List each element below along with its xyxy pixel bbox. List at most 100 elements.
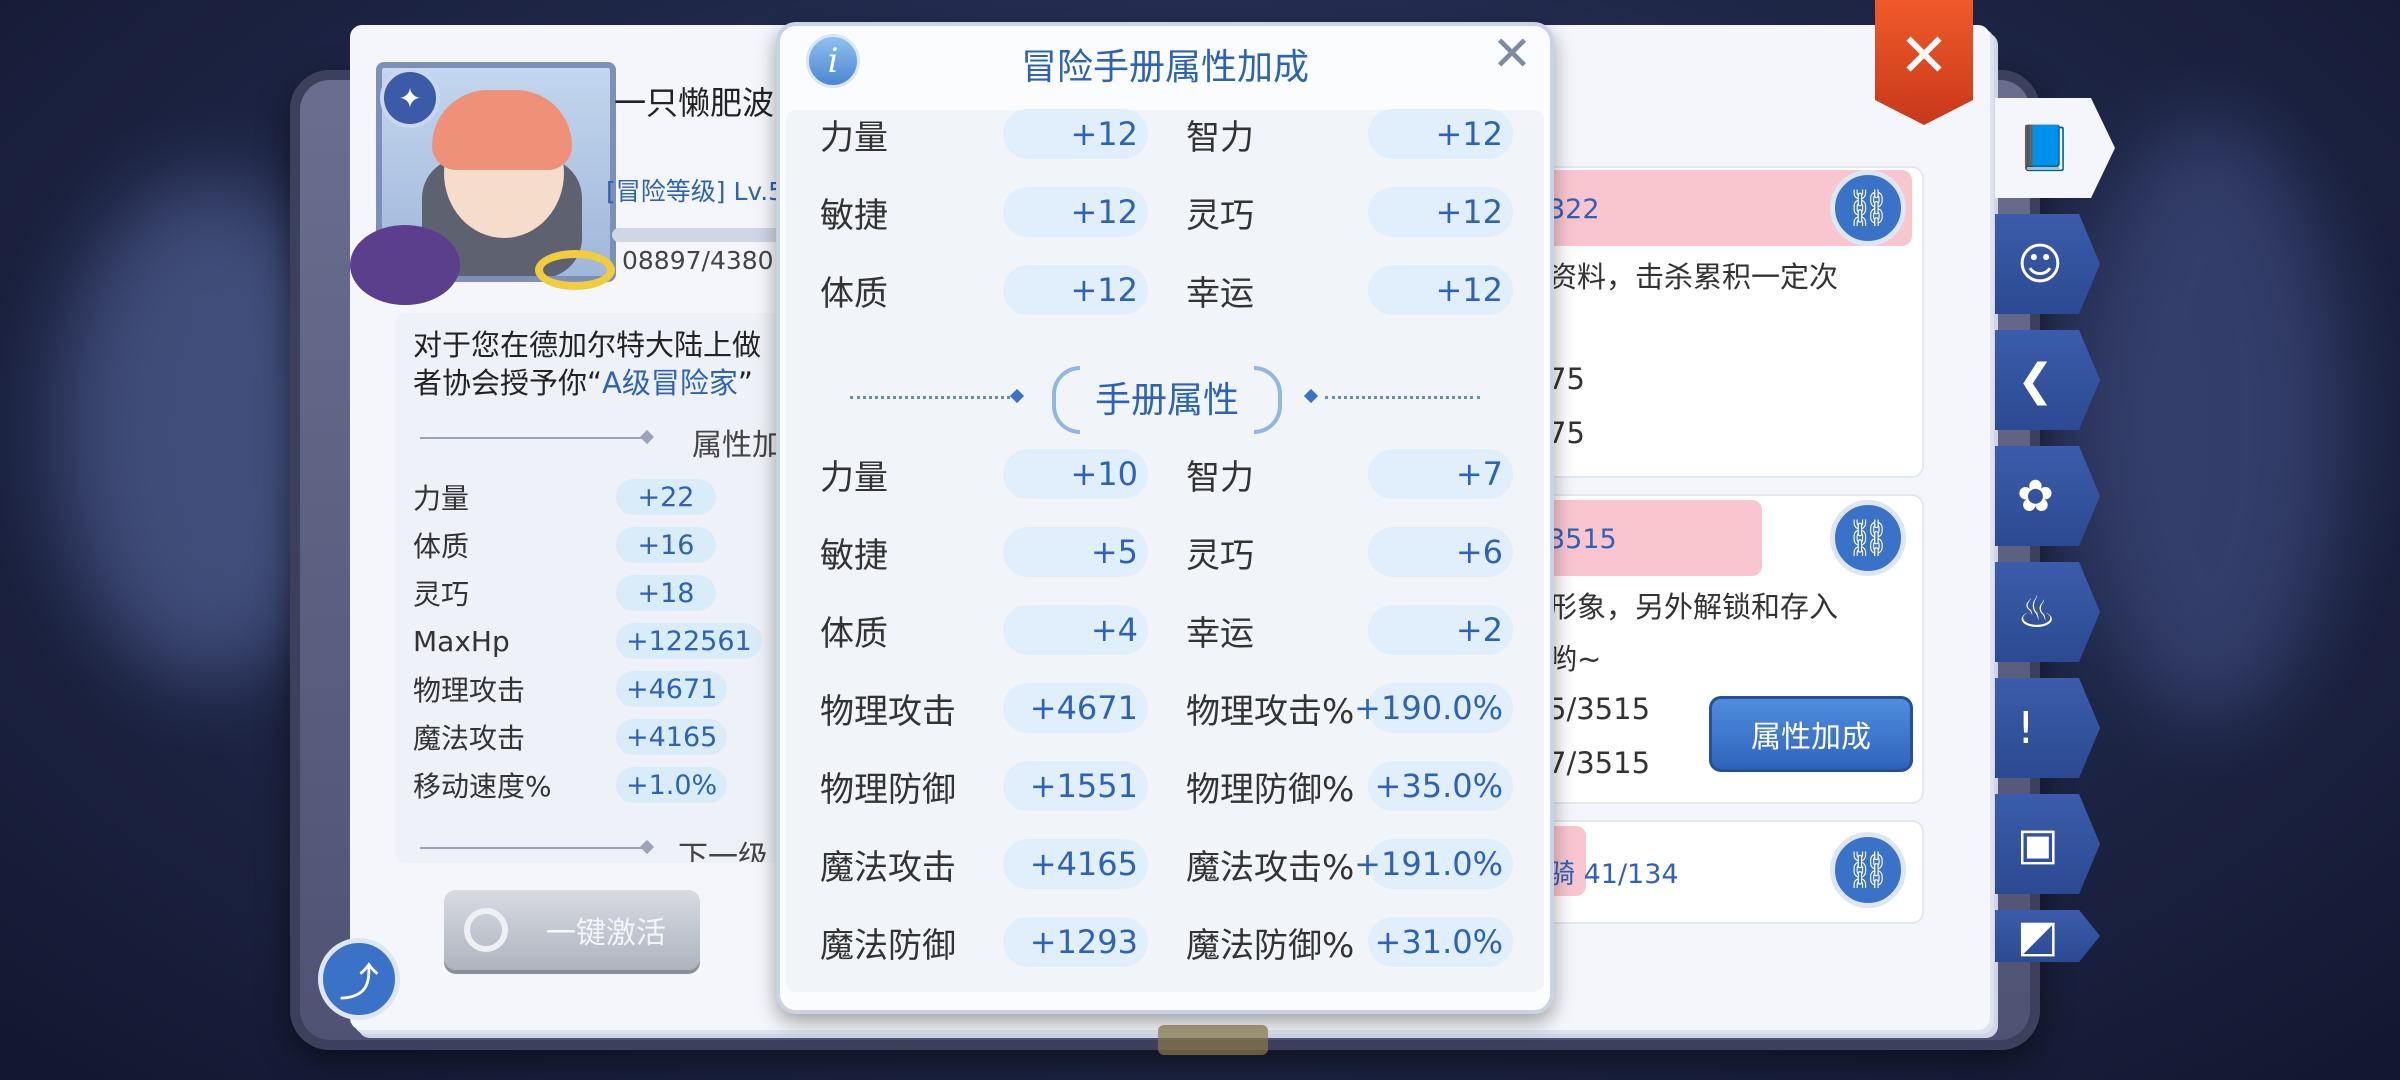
modal-title: 冒险手册属性加成	[1020, 47, 1309, 88]
left-stat-value: +4165	[616, 719, 728, 755]
modal-stat-label-left: 魔法攻击	[820, 839, 956, 889]
modal-stat-label-left: 体质	[820, 265, 888, 315]
modal-stat-value-left: +5	[1003, 527, 1148, 577]
modal-stat-label-right: 幸运	[1186, 265, 1254, 315]
modal-stat-value-left: +12	[1003, 187, 1148, 237]
ring-icon	[535, 250, 615, 290]
left-stat-value: +4671	[616, 671, 728, 707]
attribute-bonus-button[interactable]: 属性加成	[1709, 696, 1913, 772]
modal-stat-label-right: 灵巧	[1186, 527, 1254, 577]
tab-more[interactable]: ◩	[1995, 910, 2100, 962]
stat-label: 幸运	[1186, 613, 1254, 654]
left-stat-label: 力量	[413, 482, 470, 515]
next-level-title: 下一级	[678, 840, 768, 862]
stat-label: 智力	[1186, 457, 1254, 498]
left-stat-row: 灵巧 +18	[413, 573, 793, 613]
stat-label: 魔法防御	[820, 925, 956, 966]
modal-stat-label-right: 魔法防御%	[1186, 917, 1354, 967]
left-stat-row: 力量 +22	[413, 477, 793, 517]
modal-stat-label-right: 魔法攻击%	[1186, 839, 1354, 889]
card-1-link-button[interactable]: ⛓	[1830, 170, 1906, 246]
left-stat-label: 体质	[413, 530, 470, 563]
stat-label: 物理防御%	[1186, 769, 1355, 810]
modal-stat-value-left: +4165	[1003, 839, 1148, 889]
tab-pet[interactable]: ✿	[1995, 446, 2100, 546]
left-stat-label: 物理攻击	[413, 674, 526, 707]
modal-stat-value-left: +12	[1003, 265, 1148, 315]
stat-label: 灵巧	[1186, 535, 1254, 576]
modal-stat-value-left: +4671	[1003, 683, 1148, 733]
modal-stat-label-left: 体质	[820, 605, 888, 655]
stat-label: 敏捷	[820, 535, 888, 576]
card-2-progress: 3515	[1548, 524, 1617, 555]
exp-text: 08897/4380	[622, 246, 774, 275]
left-stat-row: 移动速度% +1.0%	[413, 765, 793, 805]
stat-label: 力量	[820, 457, 888, 498]
left-stat-row: MaxHp +122561	[413, 621, 793, 661]
card-1-description: 资料，击杀累积一定次	[1548, 260, 1839, 294]
tab-monster[interactable]: ☺	[1995, 214, 2100, 314]
exp-bar	[612, 228, 782, 242]
stat-label: 灵巧	[1186, 195, 1254, 236]
modal-stat-value-right: +12	[1368, 265, 1513, 315]
section-dotline-right	[1325, 396, 1480, 399]
stat-label: 力量	[820, 117, 888, 158]
handbook-section-label: 手册属性	[1094, 380, 1239, 421]
activate-icon	[464, 908, 508, 952]
modal-stat-label-left: 力量	[820, 449, 888, 499]
activate-label: 一键激活	[546, 916, 666, 951]
left-stat-value: +122561	[616, 623, 762, 659]
tab-cooking[interactable]: ♨	[1995, 562, 2100, 662]
card-3-link-button[interactable]: ⛓	[1830, 832, 1906, 908]
modal-stat-value-right: +31.0%	[1368, 917, 1513, 967]
left-stat-label: 魔法攻击	[413, 722, 526, 755]
one-click-activate-button[interactable]: 一键激活	[444, 890, 700, 970]
modal-stat-label-right: 智力	[1186, 109, 1254, 159]
tab-npc[interactable]: !	[1995, 678, 2100, 778]
card-2-description-1: 形象，另外解锁和存入	[1548, 590, 1839, 624]
section-divider-left	[420, 437, 645, 439]
modal-stat-value-right: +6	[1368, 527, 1513, 577]
modal-stat-label-right: 物理攻击%	[1186, 683, 1354, 733]
modal-stat-label-right: 物理防御%	[1186, 761, 1354, 811]
handbook-section-title: 手册属性	[1052, 362, 1282, 434]
close-book-button[interactable]: ✕	[1875, 0, 1973, 125]
modal-stat-label-right: 灵巧	[1186, 187, 1254, 237]
card-1-progress: 322	[1548, 194, 1600, 225]
next-level-divider	[420, 847, 645, 849]
stat-label: 物理攻击	[820, 691, 956, 732]
modal-stat-label-right: 幸运	[1186, 605, 1254, 655]
stat-label: 体质	[820, 273, 888, 314]
share-button[interactable]: ⤴	[318, 938, 400, 1020]
modal-stat-value-left: +1551	[1003, 761, 1148, 811]
left-stat-row: 体质 +16	[413, 525, 793, 565]
left-stat-value: +22	[616, 479, 716, 515]
left-stat-value: +16	[616, 527, 716, 563]
modal-stat-value-right: +12	[1368, 187, 1513, 237]
left-stat-value: +1.0%	[616, 767, 728, 803]
left-stat-label: 移动速度%	[413, 770, 552, 803]
stat-label: 体质	[820, 613, 888, 654]
card-2-link-button[interactable]: ⛓	[1830, 500, 1906, 576]
stat-label: 敏捷	[820, 195, 888, 236]
description-line2-suffix: ”	[737, 366, 753, 400]
left-stat-label: MaxHp	[413, 624, 510, 658]
tab-headwear[interactable]: ❮	[1995, 330, 2100, 430]
stat-label: 魔法攻击%	[1186, 847, 1355, 888]
tab-adventure-book[interactable]: 📘	[1995, 98, 2115, 198]
modal-close-icon[interactable]: ✕	[1490, 30, 1534, 78]
pet-icon	[350, 225, 460, 305]
modal-stat-value-right: +190.0%	[1354, 683, 1513, 733]
player-name: 一只懒肥波	[614, 84, 775, 122]
description-line1: 对于您在德加尔特大陆上做	[413, 328, 762, 362]
modal-stat-label-left: 敏捷	[820, 527, 888, 577]
background-blur-2	[2080, 120, 2340, 720]
modal-stat-value-right: +35.0%	[1368, 761, 1513, 811]
card-3-progress: 骑 41/134	[1548, 859, 1679, 890]
stat-label: 魔法攻击	[820, 847, 956, 888]
modal-stat-value-left: +4	[1003, 605, 1148, 655]
tab-map-book[interactable]: ▣	[1995, 794, 2100, 894]
guild-emblem-icon[interactable]: ✦	[380, 68, 440, 128]
adventure-level: [冒险等级] Lv.5	[606, 177, 785, 206]
section-dotline-left	[850, 396, 1010, 399]
